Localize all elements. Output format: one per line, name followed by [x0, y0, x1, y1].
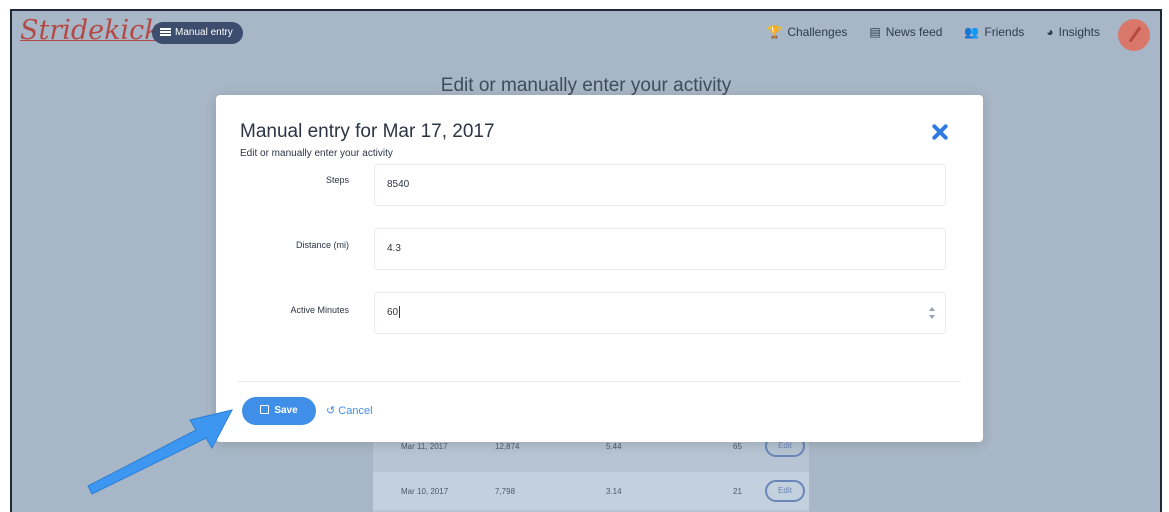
nav-link-news-feed[interactable]: ▤ News feed — [869, 25, 942, 39]
row-date: Mar 10, 2017 — [401, 487, 449, 496]
row-minutes: 65 — [733, 442, 742, 451]
nav-link-label: Insights — [1058, 25, 1100, 39]
save-button[interactable]: Save — [242, 397, 316, 425]
divider — [238, 381, 961, 382]
pie-chart-icon: ◕ — [1046, 25, 1054, 39]
nav-links: 🏆 Challenges ▤ News feed 👥 Friends ◕ Insight… — [767, 25, 1100, 39]
manual-entry-button[interactable]: Manual entry — [152, 22, 243, 44]
table-row: Mar 10, 2017 7,798 3.14 21 Edit — [373, 472, 809, 510]
manual-entry-modal: Manual entry for Mar 17, 2017 Edit or ma… — [216, 95, 983, 442]
modal-title: Manual entry for Mar 17, 2017 — [240, 121, 495, 142]
steps-label: Steps — [325, 175, 349, 185]
page-heading: Edit or manually enter your activity — [440, 75, 732, 96]
nav-link-insights[interactable]: ◕ Insights — [1046, 25, 1100, 39]
nav-link-label: Challenges — [787, 25, 848, 39]
stepper-icon[interactable] — [929, 307, 935, 319]
distance-input[interactable]: 4.3 — [374, 228, 946, 270]
friends-icon: 👥 — [964, 25, 980, 39]
modal-subtitle: Edit or manually enter your activity — [240, 148, 393, 159]
row-edit-button[interactable]: Edit — [765, 480, 805, 502]
trophy-icon: 🏆 — [767, 25, 783, 39]
distance-label: Distance (mi) — [295, 240, 349, 250]
undo-icon: ↺ — [326, 405, 339, 417]
steps-value: 8540 — [387, 179, 410, 190]
active-minutes-value: 60 — [387, 307, 399, 318]
row-steps: 12,874 — [495, 442, 520, 451]
avatar[interactable] — [1118, 19, 1150, 51]
manual-entry-label: Manual entry — [175, 27, 233, 38]
floppy-icon — [260, 404, 270, 414]
row-date: Mar 11, 2017 — [401, 442, 448, 451]
active-minutes-label: Active Minutes — [290, 305, 349, 315]
row-distance: 5.44 — [606, 442, 622, 451]
row-steps: 7,798 — [495, 487, 516, 496]
row-distance: 3.14 — [606, 487, 622, 496]
active-minutes-input[interactable]: 60 — [374, 292, 946, 334]
nav-link-friends[interactable]: 👥 Friends — [964, 25, 1024, 39]
save-label: Save — [274, 405, 298, 416]
cancel-label: Cancel — [338, 405, 373, 417]
close-icon[interactable] — [929, 121, 951, 143]
row-minutes: 21 — [733, 487, 742, 496]
steps-input[interactable]: 8540 — [374, 164, 946, 206]
nav-link-label: News feed — [885, 25, 943, 39]
logo[interactable]: Stridekick — [20, 15, 161, 46]
text-caret — [399, 306, 401, 319]
nav-link-challenges[interactable]: 🏆 Challenges — [767, 25, 847, 39]
app-window: Stridekick Manual entry 🏆 Challenges ▤ New… — [10, 9, 1162, 512]
nav-link-label: Friends — [984, 25, 1025, 39]
cancel-button[interactable]: ↺ Cancel — [326, 397, 373, 425]
newspaper-icon: ▤ — [869, 25, 881, 39]
top-nav: Stridekick Manual entry 🏆 Challenges ▤ New… — [12, 11, 1160, 59]
list-icon — [160, 28, 171, 37]
distance-value: 4.3 — [387, 243, 401, 254]
